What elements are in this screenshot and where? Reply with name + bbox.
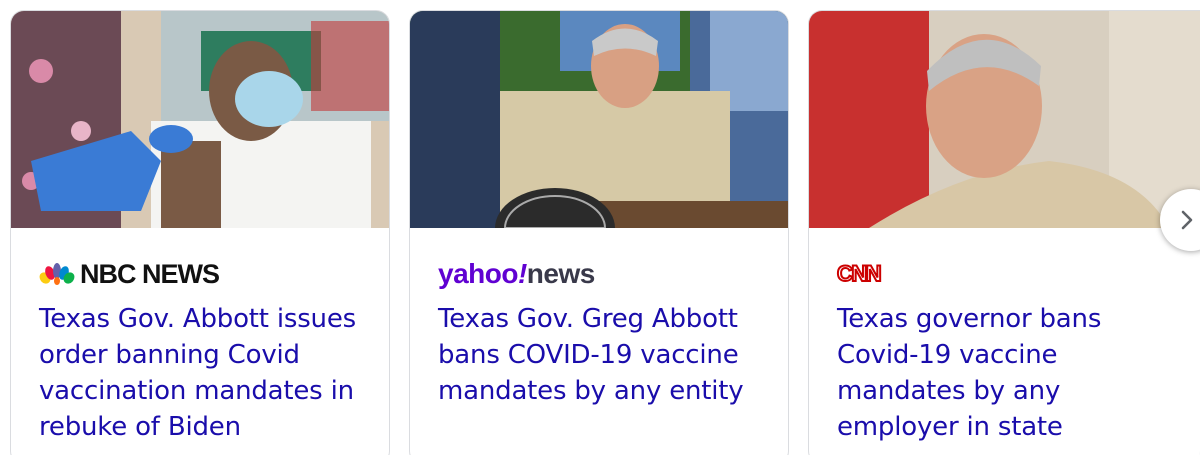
- source-name: NBC NEWS: [80, 258, 220, 289]
- article-thumbnail[interactable]: [410, 11, 788, 228]
- article-thumbnail[interactable]: [11, 11, 389, 228]
- article-headline[interactable]: Texas governor bans Covid-19 vaccine man…: [837, 301, 1182, 445]
- news-source-logo: yahoo!news: [438, 258, 596, 289]
- news-card-nbc[interactable]: NBC NEWS Texas Gov. Abbott issues order …: [10, 10, 390, 455]
- article-headline[interactable]: Texas Gov. Greg Abbott bans COVID-19 vac…: [438, 301, 770, 409]
- chevron-right-icon: [1181, 210, 1193, 230]
- news-source-logo: CNN: [836, 259, 883, 289]
- source-suffix: news: [526, 258, 596, 289]
- article-thumbnail[interactable]: [809, 11, 1200, 228]
- source-bang: !: [517, 258, 527, 289]
- source-name: CNN: [836, 260, 883, 287]
- news-card-yahoo[interactable]: yahoo!news Texas Gov. Greg Abbott bans C…: [409, 10, 789, 455]
- news-carousel: NBC NEWS Texas Gov. Abbott issues order …: [0, 0, 1200, 455]
- source-brand: yahoo: [438, 258, 518, 289]
- article-headline[interactable]: Texas Gov. Abbott issues order banning C…: [39, 301, 371, 445]
- peacock-icon: [39, 263, 75, 285]
- news-card-cnn[interactable]: CNN Texas governor bans Covid-19 vaccine…: [808, 10, 1200, 455]
- news-source-logo: NBC NEWS: [39, 258, 220, 289]
